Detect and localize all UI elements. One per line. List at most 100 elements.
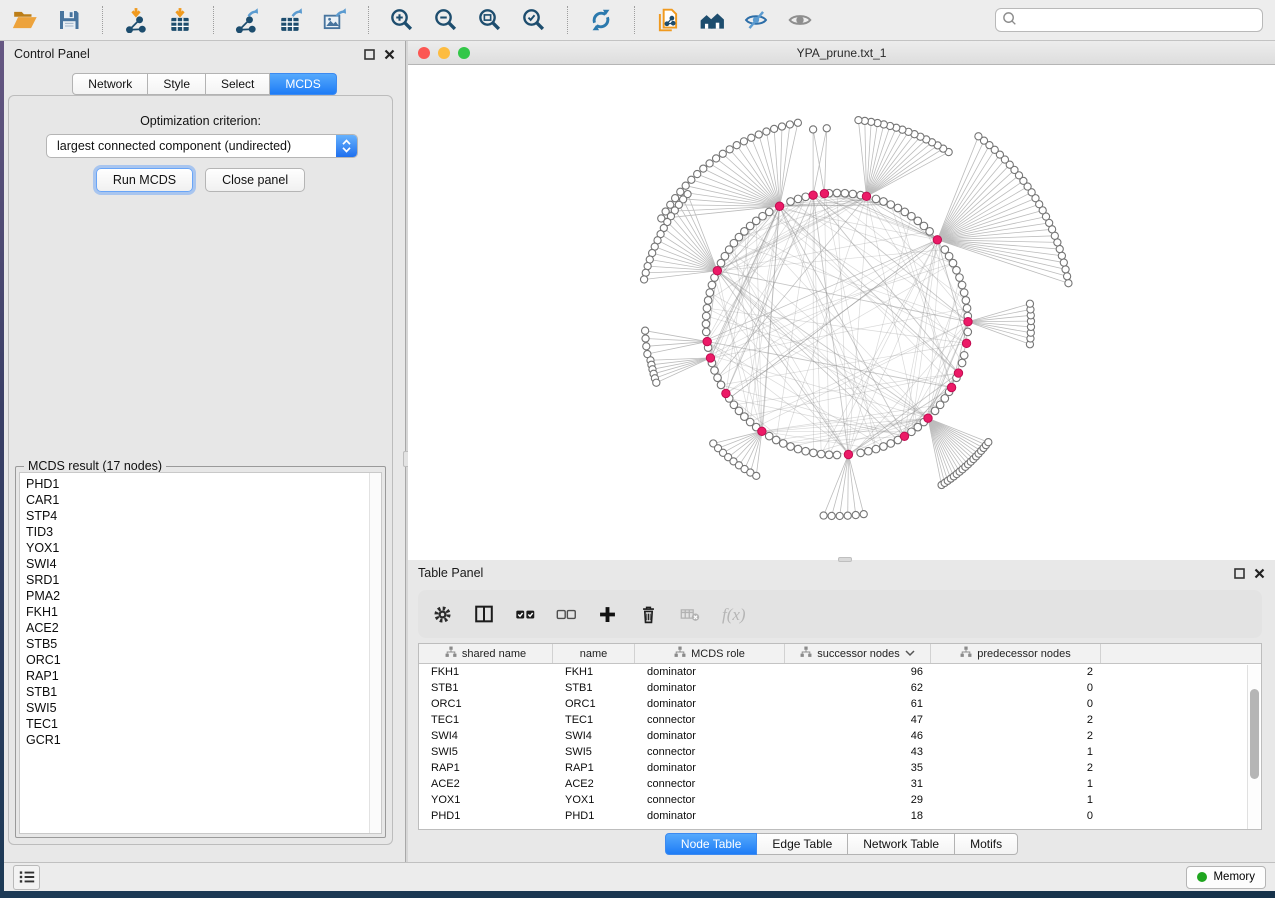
column-header-predecessor-nodes[interactable]: predecessor nodes [931,644,1101,663]
mcds-result-list[interactable]: PHD1CAR1STP4TID3YOX1SWI4SRD1PMA2FKH1ACE2… [19,472,382,834]
cell-mcds_role: connector [635,744,785,760]
cell-shared_name: ORC1 [419,696,553,712]
table-row[interactable]: SWI4SWI4dominator462 [419,728,1261,744]
tab-node-table[interactable]: Node Table [665,833,758,855]
mcds-result-item[interactable]: YOX1 [26,540,381,556]
mcds-result-item[interactable]: STP4 [26,508,381,524]
export-network-icon[interactable] [232,5,262,35]
mcds-result-item[interactable]: STB5 [26,636,381,652]
select-all-icon[interactable] [515,604,536,625]
table-row[interactable]: RAP1RAP1dominator352 [419,760,1261,776]
float-panel-icon[interactable] [1234,568,1245,579]
mcds-result-item[interactable]: GCR1 [26,732,381,748]
cell-successor_nodes: 62 [785,680,931,696]
table-row[interactable]: ORC1ORC1dominator610 [419,696,1261,712]
mcds-result-item[interactable]: STB1 [26,684,381,700]
tab-motifs[interactable]: Motifs [955,833,1018,855]
tab-mcds[interactable]: MCDS [270,73,336,95]
deselect-all-icon[interactable] [556,604,577,625]
mcds-result-item[interactable]: FKH1 [26,604,381,620]
tab-network-table[interactable]: Network Table [848,833,955,855]
export-table-icon[interactable] [276,5,306,35]
list-scrollbar[interactable] [369,473,381,833]
float-panel-icon[interactable] [364,49,375,60]
cell-mcds_role: dominator [635,728,785,744]
table-scrollbar[interactable] [1247,665,1260,829]
mcds-result-item[interactable]: SWI4 [26,556,381,572]
zoom-out-icon[interactable] [431,5,461,35]
mcds-result-item[interactable]: TID3 [26,524,381,540]
table-panel-tabs: Node TableEdge TableNetwork TableMotifs [408,833,1275,855]
close-panel-icon[interactable] [1254,568,1265,579]
splitter-handle[interactable] [838,557,852,562]
import-network-icon[interactable] [121,5,151,35]
mcds-tab-panel: Optimization criterion: largest connecte… [8,95,393,845]
delete-column-icon[interactable] [638,604,659,625]
open-folder-icon[interactable] [10,5,40,35]
cell-successor_nodes: 35 [785,760,931,776]
cell-mcds_role: dominator [635,760,785,776]
hide-eye-icon[interactable] [741,5,771,35]
search-input[interactable] [1021,13,1256,27]
column-header-successor-nodes[interactable]: successor nodes [785,644,931,663]
mcds-result-item[interactable]: PHD1 [26,476,381,492]
network-window-titlebar: YPA_prune.txt_1 [408,41,1275,65]
tree-icon [800,646,812,661]
mcds-result-item[interactable]: ACE2 [26,620,381,636]
save-icon[interactable] [54,5,84,35]
table-row[interactable]: TEC1TEC1connector472 [419,712,1261,728]
criterion-select[interactable]: largest connected component (undirected) [46,134,358,158]
horizontal-splitter[interactable] [408,557,1275,562]
export-image-icon[interactable] [320,5,350,35]
home-network-icon[interactable] [697,5,727,35]
cell-successor_nodes: 29 [785,792,931,808]
close-panel-button[interactable]: Close panel [205,168,305,192]
column-header-shared-name[interactable]: shared name [419,644,553,663]
tab-edge-table[interactable]: Edge Table [757,833,848,855]
cell-predecessor_nodes: 2 [931,664,1101,680]
mcds-result-item[interactable]: TEC1 [26,716,381,732]
search-box[interactable] [995,8,1263,32]
scrollbar-thumb[interactable] [1250,689,1259,779]
mcds-result-item[interactable]: SWI5 [26,700,381,716]
table-row[interactable]: PHD1PHD1dominator180 [419,808,1261,824]
cell-mcds_role: dominator [635,808,785,824]
clone-network-icon[interactable] [653,5,683,35]
table-row[interactable]: ACE2ACE2connector311 [419,776,1261,792]
run-mcds-button[interactable]: Run MCDS [96,168,193,192]
cell-successor_nodes: 43 [785,744,931,760]
zoom-in-icon[interactable] [387,5,417,35]
column-header-name[interactable]: name [553,644,635,663]
mcds-result-item[interactable]: ORC1 [26,652,381,668]
zoom-fit-icon[interactable] [475,5,505,35]
zoom-selected-icon[interactable] [519,5,549,35]
refresh-icon[interactable] [586,5,616,35]
memory-button[interactable]: Memory [1186,866,1266,889]
window-zoom-icon[interactable] [458,47,470,59]
window-close-icon[interactable] [418,47,430,59]
cell-name: SWI4 [553,728,635,744]
table-row[interactable]: YOX1YOX1connector291 [419,792,1261,808]
mcds-result-item[interactable]: CAR1 [26,492,381,508]
mcds-result-item[interactable]: SRD1 [26,572,381,588]
window-minimize-icon[interactable] [438,47,450,59]
import-table-icon[interactable] [165,5,195,35]
split-columns-icon[interactable] [473,603,495,625]
show-eye-icon [785,5,815,35]
close-panel-icon[interactable] [384,49,395,60]
table-row[interactable]: FKH1FKH1dominator962 [419,664,1261,680]
cell-successor_nodes: 46 [785,728,931,744]
main-toolbar [0,0,1275,41]
mcds-result-item[interactable]: PMA2 [26,588,381,604]
column-header-MCDS-role[interactable]: MCDS role [635,644,785,663]
table-row[interactable]: SWI5SWI5connector431 [419,744,1261,760]
network-canvas[interactable] [408,65,1275,560]
panel-list-button[interactable] [13,865,40,890]
add-column-icon[interactable] [597,604,618,625]
tab-network[interactable]: Network [72,73,148,95]
table-row[interactable]: STB1STB1dominator620 [419,680,1261,696]
tab-style[interactable]: Style [148,73,206,95]
tab-select[interactable]: Select [206,73,270,95]
mcds-result-item[interactable]: RAP1 [26,668,381,684]
gear-icon[interactable] [432,604,453,625]
